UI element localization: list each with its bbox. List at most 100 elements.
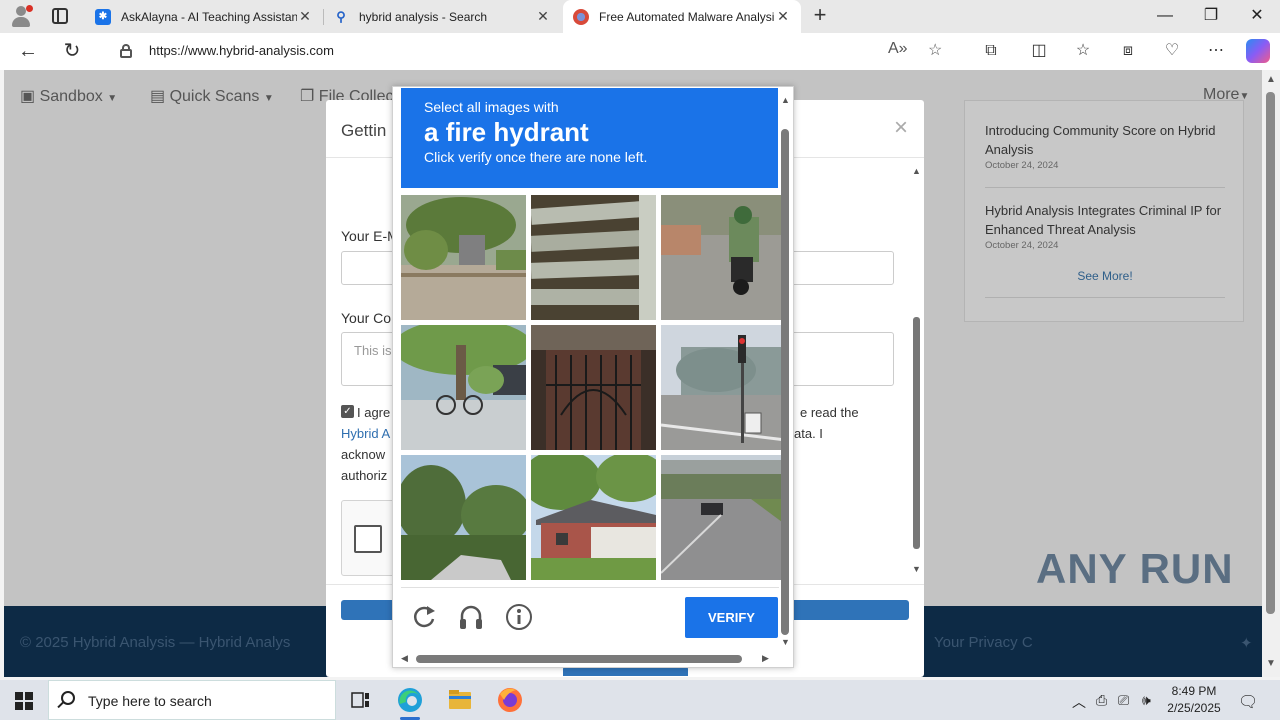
clock-date: 2/25/2025 (1167, 701, 1221, 715)
notifications-icon[interactable]: 🗨 (1238, 692, 1258, 712)
collections-icon[interactable]: ⧈ (1117, 40, 1139, 62)
taskbar-clock[interactable]: 8:49 PM 2/25/2025 (1166, 683, 1222, 717)
tile-tree-stump-street[interactable] (401, 195, 526, 320)
nav-sandbox[interactable]: ▣ Sandbox ▼ (20, 86, 117, 106)
search-icon (61, 691, 75, 705)
minimize-button[interactable]: — (1142, 0, 1188, 33)
audio-challenge-icon[interactable] (456, 602, 486, 632)
refresh-challenge-icon[interactable] (409, 602, 439, 632)
tile-traffic-light-intersection[interactable] (661, 325, 786, 450)
agree-text-right: e read the (800, 405, 859, 420)
modal-title: Gettin (341, 121, 387, 140)
lock-icon[interactable] (120, 44, 132, 58)
browser-tab-search[interactable]: ⚲ hybrid analysis - Search ✕ (323, 0, 561, 33)
usb-device-icon[interactable]: ⎙ (1096, 692, 1107, 709)
close-window-button[interactable]: ✕ (1234, 0, 1280, 33)
tile-iron-gate[interactable] (531, 325, 656, 450)
windows-taskbar: Type here to search ︿ ⎙ ⎚ 🕪 8:49 PM 2/25… (0, 680, 1280, 720)
verify-button[interactable]: VERIFY (685, 597, 778, 638)
tile-palm-trees-rooftop[interactable] (401, 455, 526, 580)
modal-close-button[interactable]: × (894, 114, 908, 142)
terms-link[interactable]: Hybrid A (341, 423, 390, 444)
close-tab-icon[interactable]: ✕ (297, 8, 313, 25)
back-button[interactable]: ← (15, 39, 41, 65)
comment-label: Your Co (341, 310, 392, 326)
tile-wooden-fence-slats[interactable] (531, 195, 656, 320)
page-scrollbar[interactable]: ▲ ▼ (1262, 70, 1280, 677)
agree-text: I agre (357, 405, 391, 420)
news-title[interactable]: Introducing Community Score on Hybrid An… (985, 121, 1225, 159)
tab-actions-icon[interactable] (52, 8, 68, 24)
windows-start-icon[interactable] (15, 692, 33, 710)
challenge-vertical-scrollbar[interactable]: ▲ ▼ (779, 91, 793, 651)
close-tab-icon[interactable]: ✕ (775, 8, 791, 25)
see-more-link[interactable]: See More! (965, 269, 1245, 283)
browser-tab-askalayna[interactable]: ✱ AskAlayna - AI Teaching Assistan ✕ (85, 0, 323, 33)
tile-brick-house-lawn[interactable] (531, 455, 656, 580)
tab-label: Free Automated Malware Analysi (599, 9, 775, 24)
favorite-star-icon[interactable]: ☆ (928, 40, 942, 60)
challenge-horizontal-scrollbar[interactable]: ◀ ▶ (399, 653, 779, 667)
agree-text-right-2: ata. I (794, 426, 823, 441)
captcha-checkbox[interactable] (354, 525, 382, 553)
agree-text-4: authoriz (341, 468, 388, 483)
taskbar-search-placeholder: Type here to search (88, 693, 212, 709)
news-date: October 24, 2024 (985, 160, 1059, 171)
tile-motorcycle-rider-road[interactable] (661, 195, 786, 320)
new-tab-button[interactable]: + (808, 4, 832, 28)
split-screen-icon[interactable]: ◫ (1028, 40, 1050, 62)
agree-text-3: acknow (341, 447, 386, 462)
favorites-icon[interactable]: ☆ (1072, 40, 1094, 62)
search-icon: ⚲ (336, 8, 346, 24)
read-aloud-icon[interactable]: A» (888, 40, 908, 58)
challenge-hint: Click verify once there are none left. (424, 149, 648, 165)
modal-scrollbar[interactable]: ▲ ▼ (912, 162, 924, 582)
show-hidden-icons[interactable]: ︿ (1072, 692, 1086, 712)
browser-toolbar: ← ↻ https://www.hybrid-analysis.com A» ☆… (0, 33, 1280, 70)
news-date: October 24, 2024 (985, 240, 1059, 251)
browser-essentials-icon[interactable]: ♡ (1161, 40, 1183, 62)
network-icon[interactable]: ⎚ (1118, 692, 1129, 709)
restore-button[interactable]: ❐ (1188, 0, 1234, 33)
tile-highway-overpass[interactable] (661, 455, 786, 580)
info-icon[interactable] (504, 602, 534, 632)
challenge-instruction: Select all images with (424, 99, 559, 115)
task-view-icon[interactable] (336, 680, 384, 720)
news-item[interactable]: Hybrid Analysis Integrates Criminal IP f… (985, 201, 1225, 252)
news-panel: Introducing Community Score on Hybrid An… (964, 100, 1244, 322)
file-explorer-icon[interactable] (436, 680, 484, 720)
file-icon: ▤ (150, 88, 166, 105)
twitter-icon[interactable]: ✦ (1240, 634, 1253, 652)
refresh-button[interactable]: ↻ (59, 39, 85, 65)
footer-privacy-link[interactable]: Your Privacy C (934, 634, 1033, 651)
firefox-icon[interactable] (486, 680, 534, 720)
browser-tab-strip: ✱ AskAlayna - AI Teaching Assistan ✕ ⚲ h… (0, 0, 1280, 33)
cube-icon: ▣ (20, 88, 36, 105)
comment-placeholder: This is (354, 343, 392, 358)
tab-label: AskAlayna - AI Teaching Assistan (121, 9, 297, 24)
close-tab-icon[interactable]: ✕ (535, 8, 551, 25)
edge-browser-icon[interactable] (386, 680, 434, 720)
clock-time: 8:49 PM (1171, 684, 1217, 698)
challenge-target: a fire hydrant (424, 117, 589, 147)
footer-copyright: © 2025 Hybrid Analysis — Hybrid Analys (20, 634, 291, 651)
address-bar[interactable]: https://www.hybrid-analysis.com A» ☆ (102, 36, 962, 66)
nav-quick-scans[interactable]: ▤ Quick Scans ▼ (150, 86, 274, 106)
browser-tab-hybrid-analysis[interactable]: Free Automated Malware Analysi ✕ (563, 0, 801, 33)
copilot-icon[interactable] (1246, 39, 1270, 63)
volume-icon[interactable]: 🕪 (1142, 692, 1151, 709)
profile-avatar-icon[interactable] (10, 5, 33, 27)
url-text[interactable]: https://www.hybrid-analysis.com (149, 43, 334, 58)
challenge-image-grid (401, 195, 786, 581)
more-menu-icon[interactable]: ⋯ (1205, 40, 1227, 62)
extensions-icon[interactable]: ⧉ (980, 40, 1002, 62)
hybrid-analysis-icon (573, 8, 589, 25)
news-title[interactable]: Hybrid Analysis Integrates Criminal IP f… (985, 201, 1225, 239)
captcha-challenge: Select all images with a fire hydrant Cl… (392, 86, 794, 668)
taskbar-search-box[interactable]: Type here to search (48, 680, 336, 720)
email-label: Your E-M (341, 228, 399, 244)
copy-icon: ❐ (300, 88, 315, 105)
news-item[interactable]: Introducing Community Score on Hybrid An… (985, 121, 1225, 172)
agree-checkbox[interactable]: ✓ (341, 405, 354, 418)
tile-tree-bicycle-sidewalk[interactable] (401, 325, 526, 450)
